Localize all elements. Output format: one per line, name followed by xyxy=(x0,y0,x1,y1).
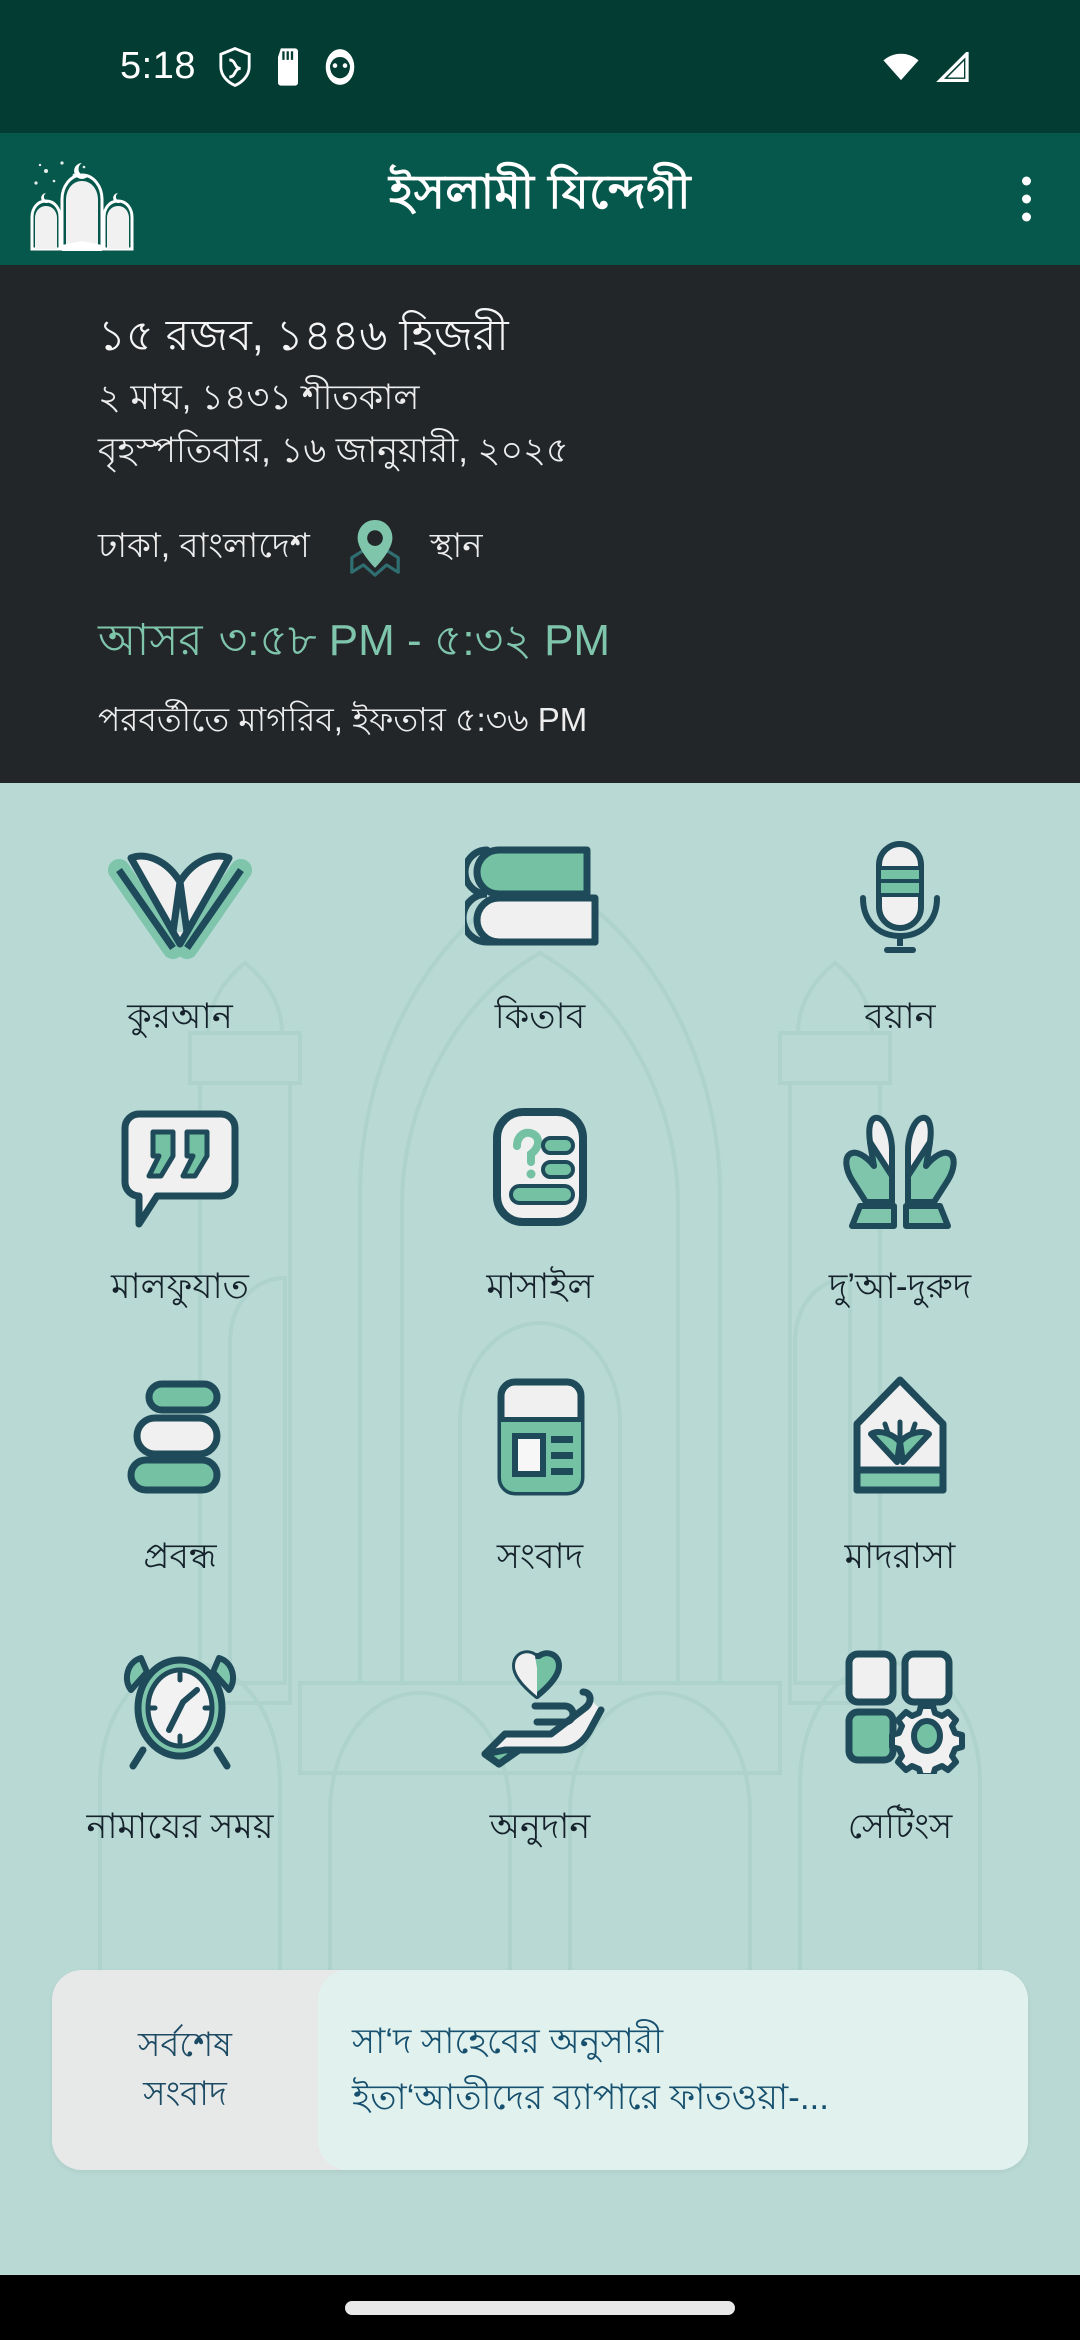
location-label: স্থান xyxy=(429,527,483,566)
grid-item-label: মালফুযাত xyxy=(111,1267,249,1306)
prayer-range: ৩:৫৮ PM - ৫:৩২ PM xyxy=(218,615,611,665)
books-stack-icon xyxy=(465,835,615,965)
status-bar-right xyxy=(882,51,970,82)
current-prayer-time: আসর ৩:৫৮ PM - ৫:৩২ PM xyxy=(98,607,1080,680)
gregorian-date: বৃহস্পতিবার, ১৬ জানুয়ারী, ২০২৫ xyxy=(98,430,569,470)
app-notification-icon xyxy=(325,48,355,85)
overflow-menu-icon[interactable] xyxy=(1020,176,1032,222)
location-name: ঢাকা, বাংলাদেশ xyxy=(98,527,310,566)
grid-item-label: সংবাদ xyxy=(496,1537,584,1576)
quote-bubble-icon xyxy=(105,1105,255,1235)
sd-card-icon xyxy=(277,47,298,86)
feature-grid: কুরআন কিতাব বয়ান মালফুযাত মাসাইল দু’আ-দ… xyxy=(0,783,1080,1893)
shield-icon xyxy=(219,46,251,87)
grid-item-masail[interactable]: মাসাইল xyxy=(360,1083,720,1353)
hijri-date: ১৫ রজব, ১৪৪৬ হিজরী xyxy=(98,312,509,360)
microphone-icon xyxy=(825,835,975,965)
home-gesture-pill[interactable] xyxy=(345,2300,735,2315)
ticker-label: সর্বশেষ সংবাদ xyxy=(52,1970,318,2170)
article-stack-icon xyxy=(105,1375,255,1505)
grid-item-label: প্রবন্ধ xyxy=(143,1537,217,1576)
madrasa-arch-icon xyxy=(825,1375,975,1505)
phone-screen: 5:18 ইসলামী যিন্দেগী ১৫ রজব, ১৪৪৬ হিজরী … xyxy=(0,0,1080,2340)
question-card-icon xyxy=(465,1105,615,1235)
ticker-headline-line2: ইতা‘আতীদের ব্যাপারে ফাতওয়া-... xyxy=(352,2078,829,2117)
grid-item-label: মাদরাসা xyxy=(844,1537,956,1576)
ticker-headline[interactable]: সা‘দ সাহেবের অনুসারী ইতা‘আতীদের ব্যাপারে… xyxy=(318,1970,1028,2170)
grid-item-kitab[interactable]: কিতাব xyxy=(360,813,720,1083)
grid-item-malfuzat[interactable]: মালফুযাত xyxy=(0,1083,360,1353)
grid-item-label: মাসাইল xyxy=(486,1267,594,1306)
grid-item-label: বয়ান xyxy=(864,997,936,1036)
app-title: ইসলামী যিন্দেগী xyxy=(388,165,692,218)
map-pin-icon[interactable] xyxy=(346,517,404,581)
grid-item-label: সেটিংস xyxy=(847,1807,953,1846)
ticker-headline-line1: সা‘দ সাহেবের অনুসারী xyxy=(352,2022,664,2061)
next-prayer-info: পরবর্তীতে মাগরিব, ইফতার ৫:৩৬ PM xyxy=(98,700,588,738)
ticker-label-line2: সংবাদ xyxy=(143,2075,227,2113)
donation-hand-heart-icon xyxy=(465,1645,615,1775)
grid-item-label: দু’আ-দুরুদ xyxy=(828,1267,972,1306)
grid-item-bayan[interactable]: বয়ান xyxy=(720,813,1080,1083)
status-bar-left: 5:18 xyxy=(120,45,356,88)
grid-item-label: কুরআন xyxy=(127,997,233,1036)
date-info-panel: ১৫ রজব, ১৪৪৬ হিজরী ২ মাঘ, ১৪৩১ শীতকাল বৃ… xyxy=(0,265,1080,783)
cellular-signal-icon xyxy=(936,51,969,82)
settings-grid-gear-icon xyxy=(825,1645,975,1775)
prayer-name: আসর xyxy=(98,615,203,665)
bangla-date: ২ মাঘ, ১৪৩১ শীতকাল xyxy=(98,378,420,418)
wifi-icon xyxy=(883,53,919,80)
latest-news-ticker[interactable]: সর্বশেষ সংবাদ সা‘দ সাহেবের অনুসারী ইতা‘আ… xyxy=(52,1970,1028,2170)
praying-hands-icon xyxy=(820,1105,980,1235)
grid-item-quran[interactable]: কুরআন xyxy=(0,813,360,1083)
system-nav-bar xyxy=(0,2275,1080,2340)
grid-item-dua-durud[interactable]: দু’আ-দুরুদ xyxy=(720,1083,1080,1353)
open-quran-icon xyxy=(105,835,255,965)
grid-item-label: কিতাব xyxy=(494,997,586,1036)
status-bar-clock: 5:18 xyxy=(120,45,196,87)
grid-item-settings[interactable]: সেটিংস xyxy=(720,1623,1080,1893)
grid-item-madrasa[interactable]: মাদরাসা xyxy=(720,1353,1080,1623)
alarm-clock-icon xyxy=(105,1645,255,1775)
location-row[interactable]: ঢাকা, বাংলাদেশ স্থান xyxy=(98,517,1080,581)
grid-item-prayer-times[interactable]: নামাযের সময় xyxy=(0,1623,360,1893)
app-bar: ইসলামী যিন্দেগী xyxy=(0,133,1080,265)
grid-item-label: অনুদান xyxy=(489,1807,591,1846)
grid-item-label: নামাযের সময় xyxy=(86,1807,274,1846)
ticker-label-line1: সর্বশেষ xyxy=(138,2025,232,2064)
newspaper-icon xyxy=(465,1375,615,1505)
grid-item-donation[interactable]: অনুদান xyxy=(360,1623,720,1893)
grid-item-probondho[interactable]: প্রবন্ধ xyxy=(0,1353,360,1623)
status-bar: 5:18 xyxy=(0,0,1080,133)
grid-item-songbad[interactable]: সংবাদ xyxy=(360,1353,720,1623)
